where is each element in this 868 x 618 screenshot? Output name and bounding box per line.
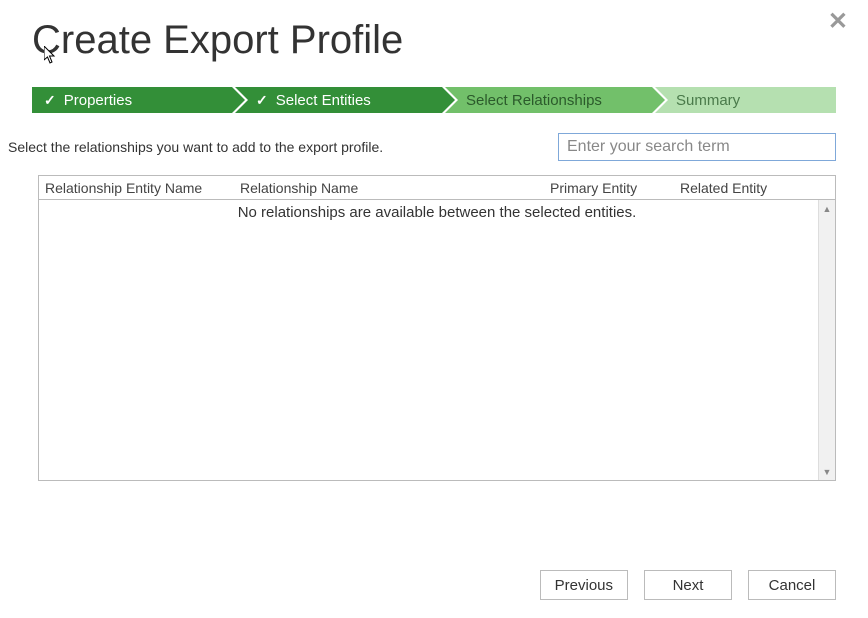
scroll-up-icon[interactable]: ▲ [819, 200, 835, 217]
check-icon: ✓ [256, 92, 268, 109]
relationships-table: Relationship Entity Name Relationship Na… [38, 175, 836, 481]
empty-table-message: No relationships are available between t… [39, 200, 835, 221]
column-header-relationship-name[interactable]: Relationship Name [240, 180, 550, 196]
wizard-steps: ✓ Properties ✓ Select Entities Select Re… [32, 87, 836, 113]
table-body: No relationships are available between t… [39, 200, 835, 480]
step-label: Select Entities [276, 92, 371, 109]
check-icon: ✓ [44, 92, 56, 109]
step-label: Summary [676, 92, 740, 109]
cancel-button[interactable]: Cancel [748, 570, 836, 600]
next-button[interactable]: Next [644, 570, 732, 600]
scroll-down-icon[interactable]: ▼ [819, 463, 835, 480]
step-select-entities[interactable]: ✓ Select Entities [232, 87, 442, 113]
search-input[interactable] [558, 133, 836, 161]
column-header-primary-entity[interactable]: Primary Entity [550, 180, 680, 196]
scrollbar[interactable]: ▲ ▼ [818, 200, 835, 480]
step-summary: Summary [652, 87, 836, 113]
step-label: Select Relationships [466, 92, 602, 109]
column-header-entity-name[interactable]: Relationship Entity Name [45, 180, 240, 196]
step-properties[interactable]: ✓ Properties [32, 87, 232, 113]
page-title: Create Export Profile [0, 0, 868, 63]
step-label: Properties [64, 92, 132, 109]
instruction-text: Select the relationships you want to add… [8, 139, 383, 155]
step-select-relationships: Select Relationships [442, 87, 652, 113]
column-header-related-entity[interactable]: Related Entity [680, 180, 835, 196]
close-button[interactable]: ✕ [828, 10, 848, 34]
previous-button[interactable]: Previous [540, 570, 628, 600]
button-row: Previous Next Cancel [540, 570, 836, 600]
table-header-row: Relationship Entity Name Relationship Na… [39, 176, 835, 200]
